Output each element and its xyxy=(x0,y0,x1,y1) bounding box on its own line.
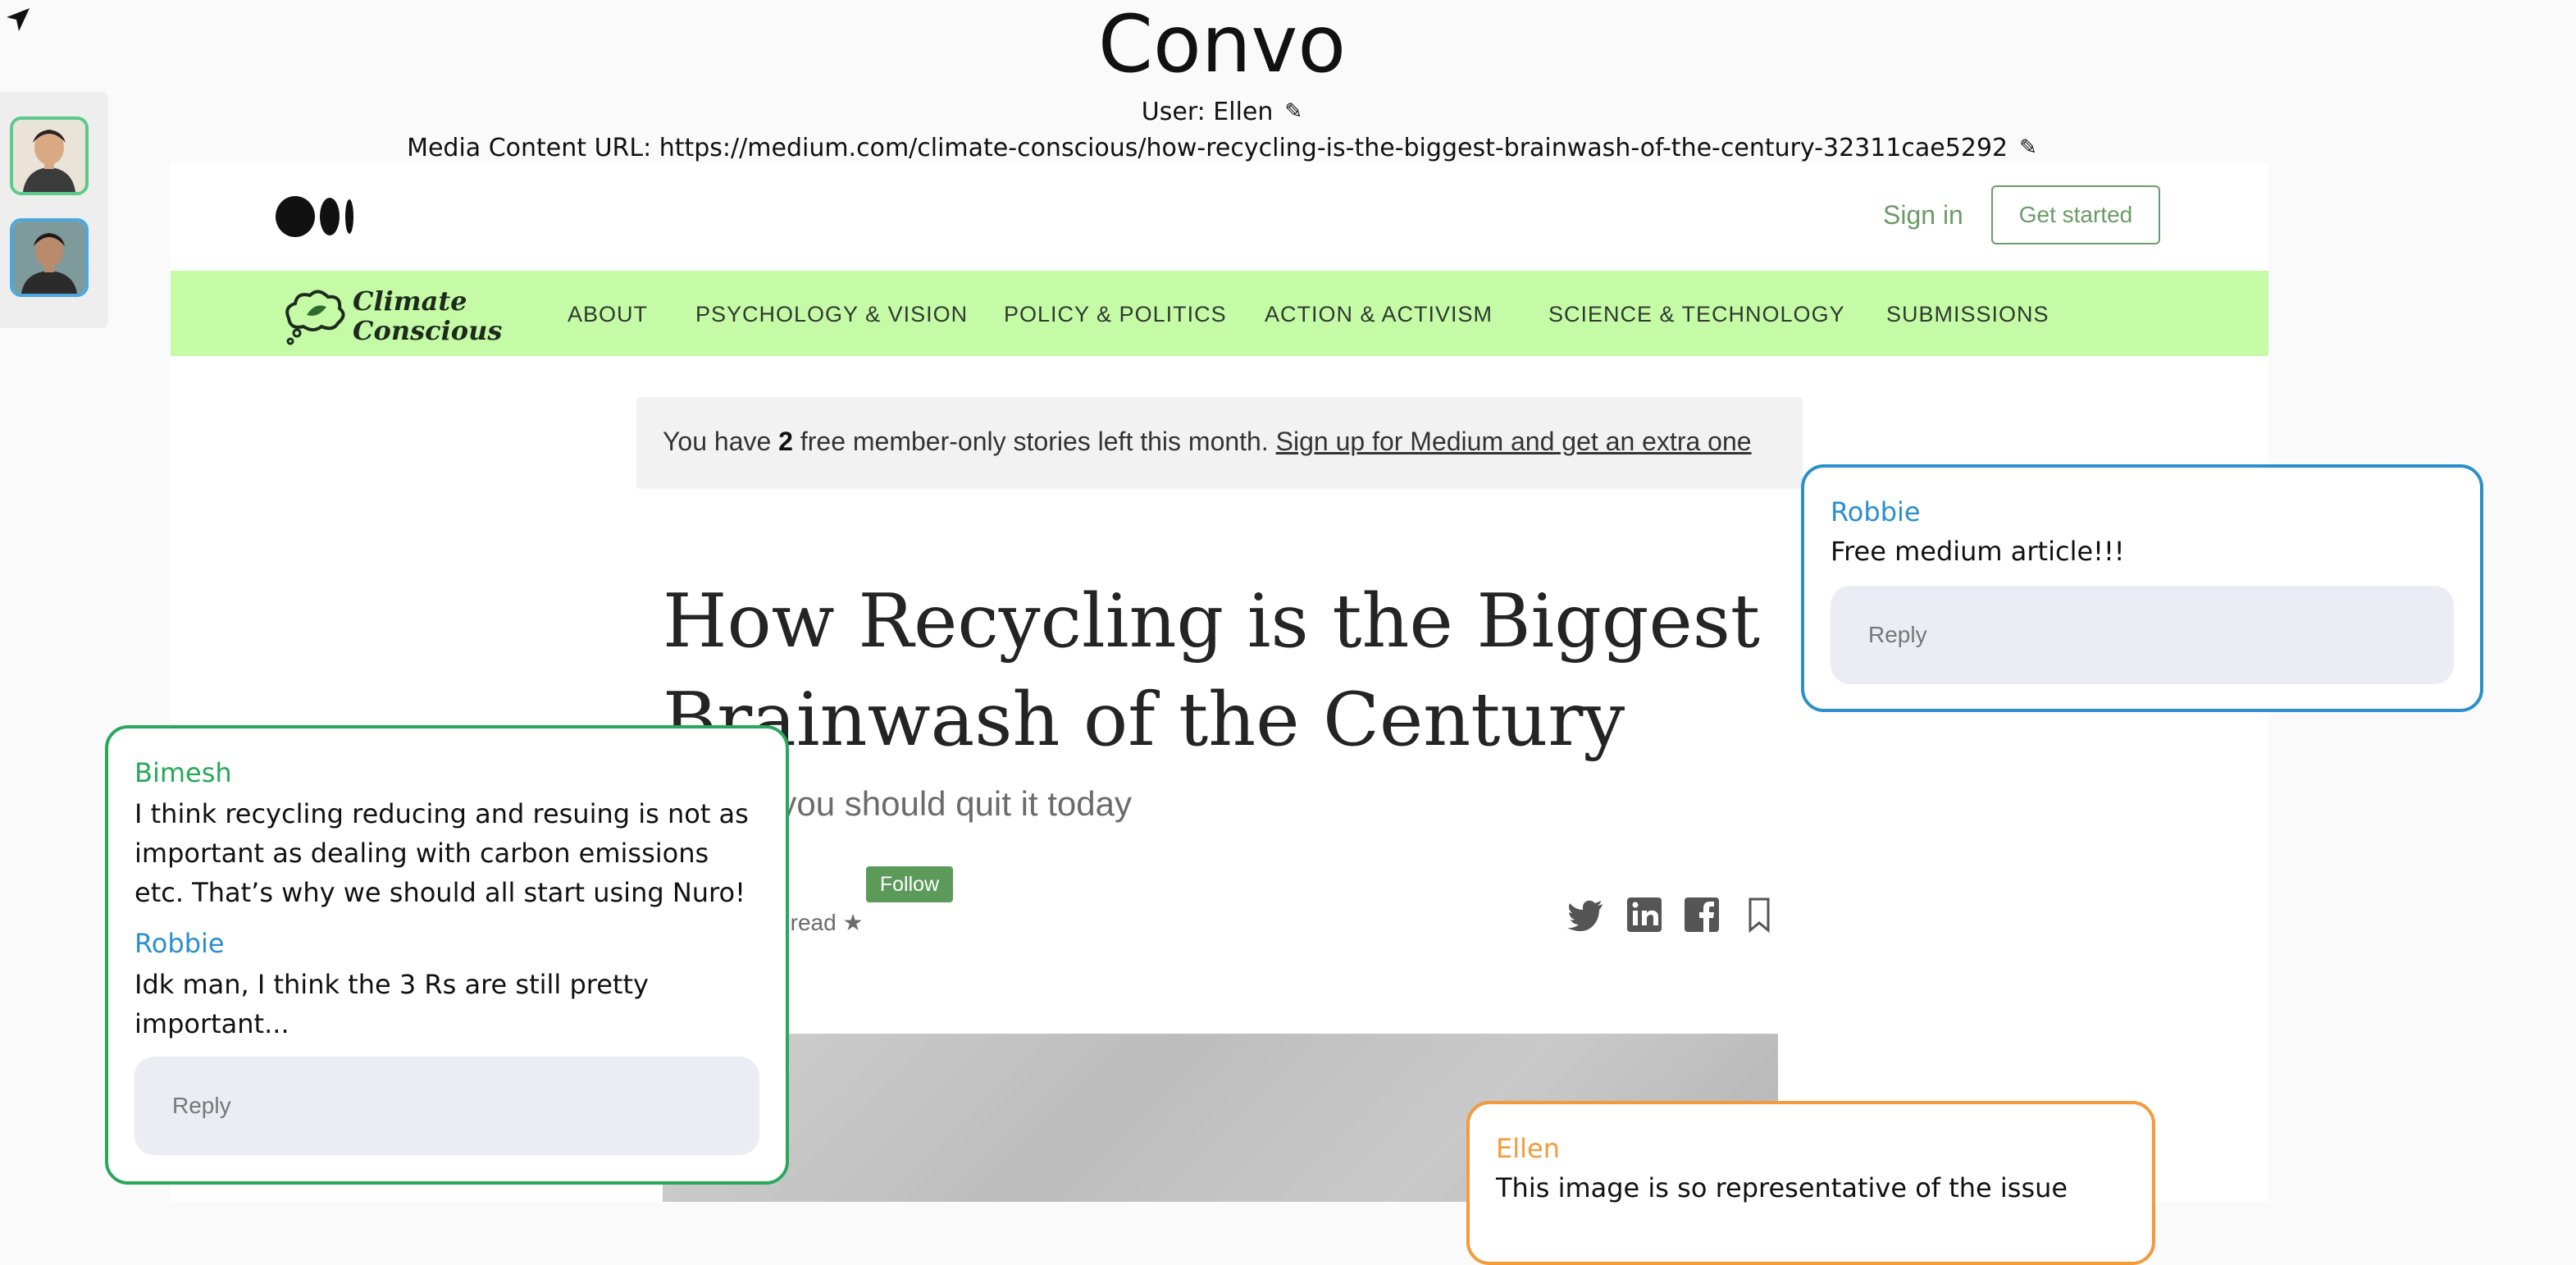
nav-about[interactable]: ABOUT xyxy=(568,302,648,327)
comment-card-robbie[interactable]: Robbie Free medium article!!! Reply xyxy=(1801,464,2483,712)
follow-button[interactable]: Follow xyxy=(866,866,953,902)
comment-author: Robbie xyxy=(1831,496,1921,527)
article-title-line-2: Brainwash of the Century xyxy=(663,677,1625,763)
user-avatar-1[interactable] xyxy=(10,116,89,195)
comment-author: Ellen xyxy=(1496,1133,1560,1164)
comment-line: etc. That’s why we should all start usin… xyxy=(134,877,745,908)
comment-line: Idk man, I think the 3 Rs are still pret… xyxy=(134,969,649,1000)
user-line: User: Ellen ✎ xyxy=(0,95,2444,129)
comment-line: important as dealing with carbon emissio… xyxy=(134,838,709,869)
member-stories-banner: You have 2 free member-only stories left… xyxy=(636,397,1803,489)
nav-submissions[interactable]: SUBMISSIONS xyxy=(1886,302,2049,327)
reply-input[interactable]: Reply xyxy=(134,1057,759,1155)
medium-logo-icon[interactable] xyxy=(276,195,358,238)
banner-middle: free member-only stories left this month… xyxy=(792,427,1276,456)
comment-card-bimesh-thread[interactable]: Bimesh I think recycling reducing and re… xyxy=(105,725,789,1185)
comment-line: important... xyxy=(134,1008,290,1039)
banner-text: You have 2 free member-only stories left… xyxy=(663,427,1752,457)
twitter-icon[interactable] xyxy=(1565,894,1606,935)
media-url-label: Media Content URL: https://medium.com/cl… xyxy=(407,134,2008,162)
comment-text: Free medium article!!! xyxy=(1831,536,2125,567)
comment-author-robbie: Robbie xyxy=(134,928,225,959)
comment-text-bimesh: I think recycling reducing and resuing i… xyxy=(134,794,749,912)
signup-link[interactable]: Sign up for Medium and get an extra one xyxy=(1276,427,1752,456)
comment-card-ellen[interactable]: Ellen This image is so representative of… xyxy=(1466,1101,2155,1265)
nav-policy-politics[interactable]: POLICY & POLITICS xyxy=(1004,302,1227,327)
comment-text-robbie: Idk man, I think the 3 Rs are still pret… xyxy=(134,965,649,1044)
participants-rail xyxy=(0,92,108,328)
nav-psychology-vision[interactable]: PSYCHOLOGY & VISION xyxy=(695,302,968,327)
linkedin-icon[interactable] xyxy=(1624,894,1665,935)
article-title: How Recycling is the Biggest Brainwash o… xyxy=(663,573,1811,770)
sign-in-link[interactable]: Sign in xyxy=(1883,200,1963,231)
climate-conscious-logo-icon[interactable]: Climate Conscious xyxy=(282,282,504,346)
banner-count: 2 xyxy=(778,427,793,456)
user-avatar-2[interactable] xyxy=(10,218,89,297)
app-title: Convo xyxy=(1097,0,1347,90)
reply-input[interactable]: Reply xyxy=(1831,586,2454,684)
facebook-icon[interactable] xyxy=(1681,894,1722,935)
share-icons xyxy=(1565,894,1786,940)
svg-text:Climate: Climate xyxy=(353,285,467,317)
user-label: User: Ellen xyxy=(1141,98,1274,126)
edit-url-pencil-icon[interactable]: ✎ xyxy=(2019,131,2037,164)
get-started-button[interactable]: Get started xyxy=(1991,185,2160,244)
article-title-line-1: How Recycling is the Biggest xyxy=(663,578,1761,664)
nav-science-technology[interactable]: SCIENCE & TECHNOLOGY xyxy=(1548,302,1845,327)
comment-line: I think recycling reducing and resuing i… xyxy=(134,798,749,829)
bookmark-icon[interactable] xyxy=(1739,894,1780,935)
edit-user-pencil-icon[interactable]: ✎ xyxy=(1284,95,1302,128)
banner-prefix: You have xyxy=(663,427,779,456)
nav-action-activism[interactable]: ACTION & ACTIVISM xyxy=(1265,302,1493,327)
svg-text:Conscious: Conscious xyxy=(353,315,502,346)
publication-navbar: Climate Conscious ABOUT PSYCHOLOGY & VIS… xyxy=(171,271,2268,356)
comment-author-bimesh: Bimesh xyxy=(134,757,232,788)
media-url-line: Media Content URL: https://medium.com/cl… xyxy=(0,131,2444,165)
